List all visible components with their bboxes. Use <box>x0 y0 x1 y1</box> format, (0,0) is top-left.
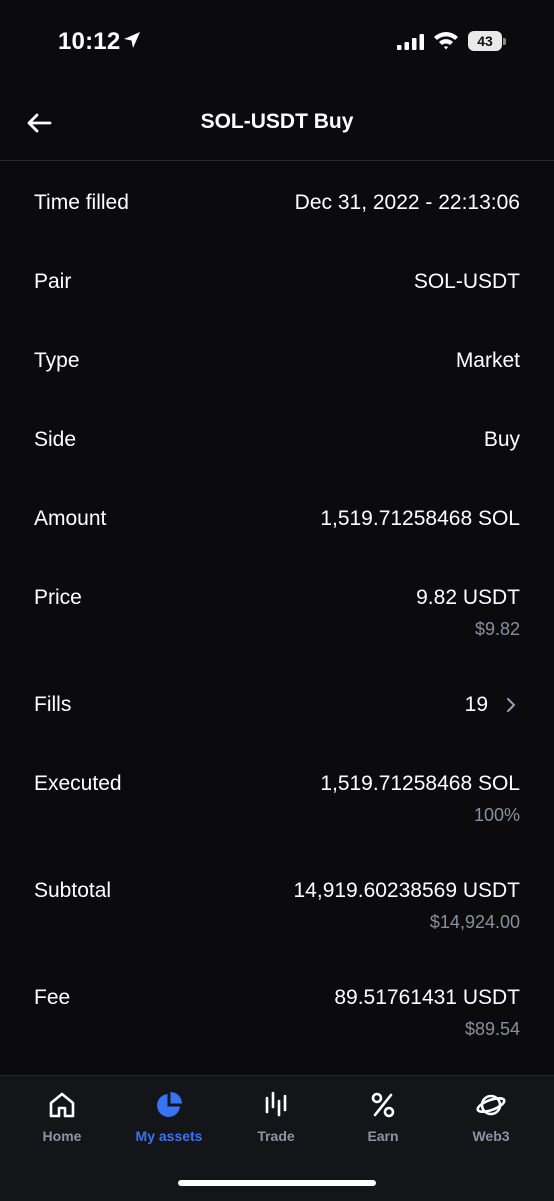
wifi-icon <box>434 32 458 50</box>
detail-label: Amount <box>34 507 107 530</box>
home-icon <box>49 1092 75 1118</box>
detail-label: Fee <box>34 986 71 1009</box>
nav-item-web3[interactable]: Web3 <box>437 1090 545 1150</box>
cellular-signal-icon <box>397 34 424 50</box>
planet-icon <box>476 1094 506 1116</box>
battery-tip <box>503 38 506 45</box>
page-header: SOL-USDT Buy <box>0 84 554 161</box>
pie-chart-icon <box>157 1092 182 1117</box>
detail-value: Market <box>455 349 520 372</box>
detail-subvalue: 100% <box>473 805 520 825</box>
detail-subvalue: $9.82 <box>474 619 520 639</box>
nav-item-home[interactable]: Home <box>8 1090 116 1150</box>
nav-label: Home <box>42 1128 82 1144</box>
detail-value: 1,519.71258468 SOL <box>320 507 520 530</box>
nav-label: My assets <box>135 1128 203 1144</box>
percent-icon <box>371 1092 395 1118</box>
page-title: SOL-USDT Buy <box>200 110 354 133</box>
fills-row[interactable]: Fills 19 <box>34 693 520 723</box>
battery-level: 43 <box>468 31 502 51</box>
nav-item-trade[interactable]: Trade <box>222 1090 330 1150</box>
detail-value: 1,519.71258468 SOL <box>320 772 520 795</box>
detail-value: SOL-USDT <box>413 270 520 293</box>
detail-value: Buy <box>483 428 520 451</box>
detail-label: Side <box>34 428 77 451</box>
nav-label: Trade <box>257 1128 295 1144</box>
status-bar: 10:12 43 <box>0 0 554 84</box>
detail-value: 19 <box>464 693 488 716</box>
detail-label: Executed <box>34 772 122 795</box>
nav-item-my-assets[interactable]: My assets <box>115 1090 223 1150</box>
detail-value: Dec 31, 2022 - 22:13:06 <box>294 191 520 214</box>
nav-item-earn[interactable]: Earn <box>329 1090 437 1150</box>
detail-label: Type <box>34 349 80 372</box>
detail-label: Fills <box>34 693 72 716</box>
home-indicator[interactable] <box>178 1180 376 1186</box>
detail-subvalue: $89.54 <box>464 1019 520 1039</box>
detail-label: Time filled <box>34 191 129 214</box>
status-time: 10:12 <box>58 28 121 55</box>
location-arrow-icon <box>124 32 140 48</box>
detail-value: 89.51761431 USDT <box>334 986 520 1009</box>
candlestick-icon <box>265 1091 287 1117</box>
detail-subvalue: $14,924.00 <box>429 912 520 932</box>
nav-label: Web3 <box>472 1128 510 1144</box>
chevron-right-icon <box>507 698 515 712</box>
battery-icon: 43 <box>468 31 506 51</box>
detail-label: Pair <box>34 270 72 293</box>
detail-value: 9.82 USDT <box>416 586 520 609</box>
detail-label: Subtotal <box>34 879 112 902</box>
detail-value: 14,919.60238569 USDT <box>293 879 521 902</box>
nav-label: Earn <box>367 1128 399 1144</box>
detail-label: Price <box>34 586 82 609</box>
